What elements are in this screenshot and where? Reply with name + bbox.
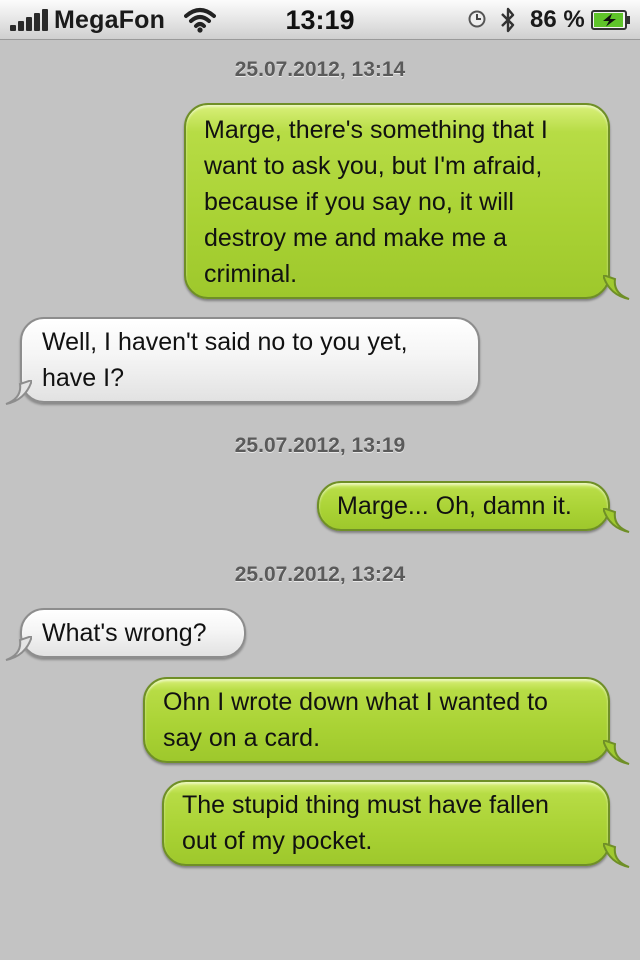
received-message-bubble[interactable]: What's wrong? [20, 608, 246, 658]
bubble-tail [603, 740, 630, 765]
sent-message-bubble[interactable]: The stupid thing must have fallen out of… [162, 780, 610, 866]
timestamp: 25.07.2012, 13:19 [234, 434, 406, 457]
battery-charging-icon [591, 10, 630, 30]
bubble-tail [603, 508, 630, 533]
bubble-tail [603, 275, 630, 300]
bubble-tail [5, 380, 32, 405]
status-bar: MegaFon 13:19 86 % [0, 0, 640, 40]
messages-screen: MegaFon 13:19 86 % 25.07.2012, 13:14 Mar… [0, 0, 640, 960]
alarm-clock-icon [468, 10, 486, 28]
bubble-tail [5, 636, 32, 661]
sent-message-bubble[interactable]: Ohn I wrote down what I wanted to say on… [143, 677, 610, 763]
timestamp: 25.07.2012, 13:14 [234, 58, 406, 81]
battery-percentage: 86 % [530, 6, 585, 33]
timestamp: 25.07.2012, 13:24 [234, 563, 406, 586]
sent-message-bubble[interactable]: Marge, there's something that I want to … [184, 103, 610, 299]
sent-message-bubble[interactable]: Marge... Oh, damn it. [317, 481, 610, 531]
bluetooth-icon [501, 7, 515, 33]
bubble-tail [603, 843, 630, 868]
received-message-bubble[interactable]: Well, I haven't said no to you yet, have… [20, 317, 480, 403]
